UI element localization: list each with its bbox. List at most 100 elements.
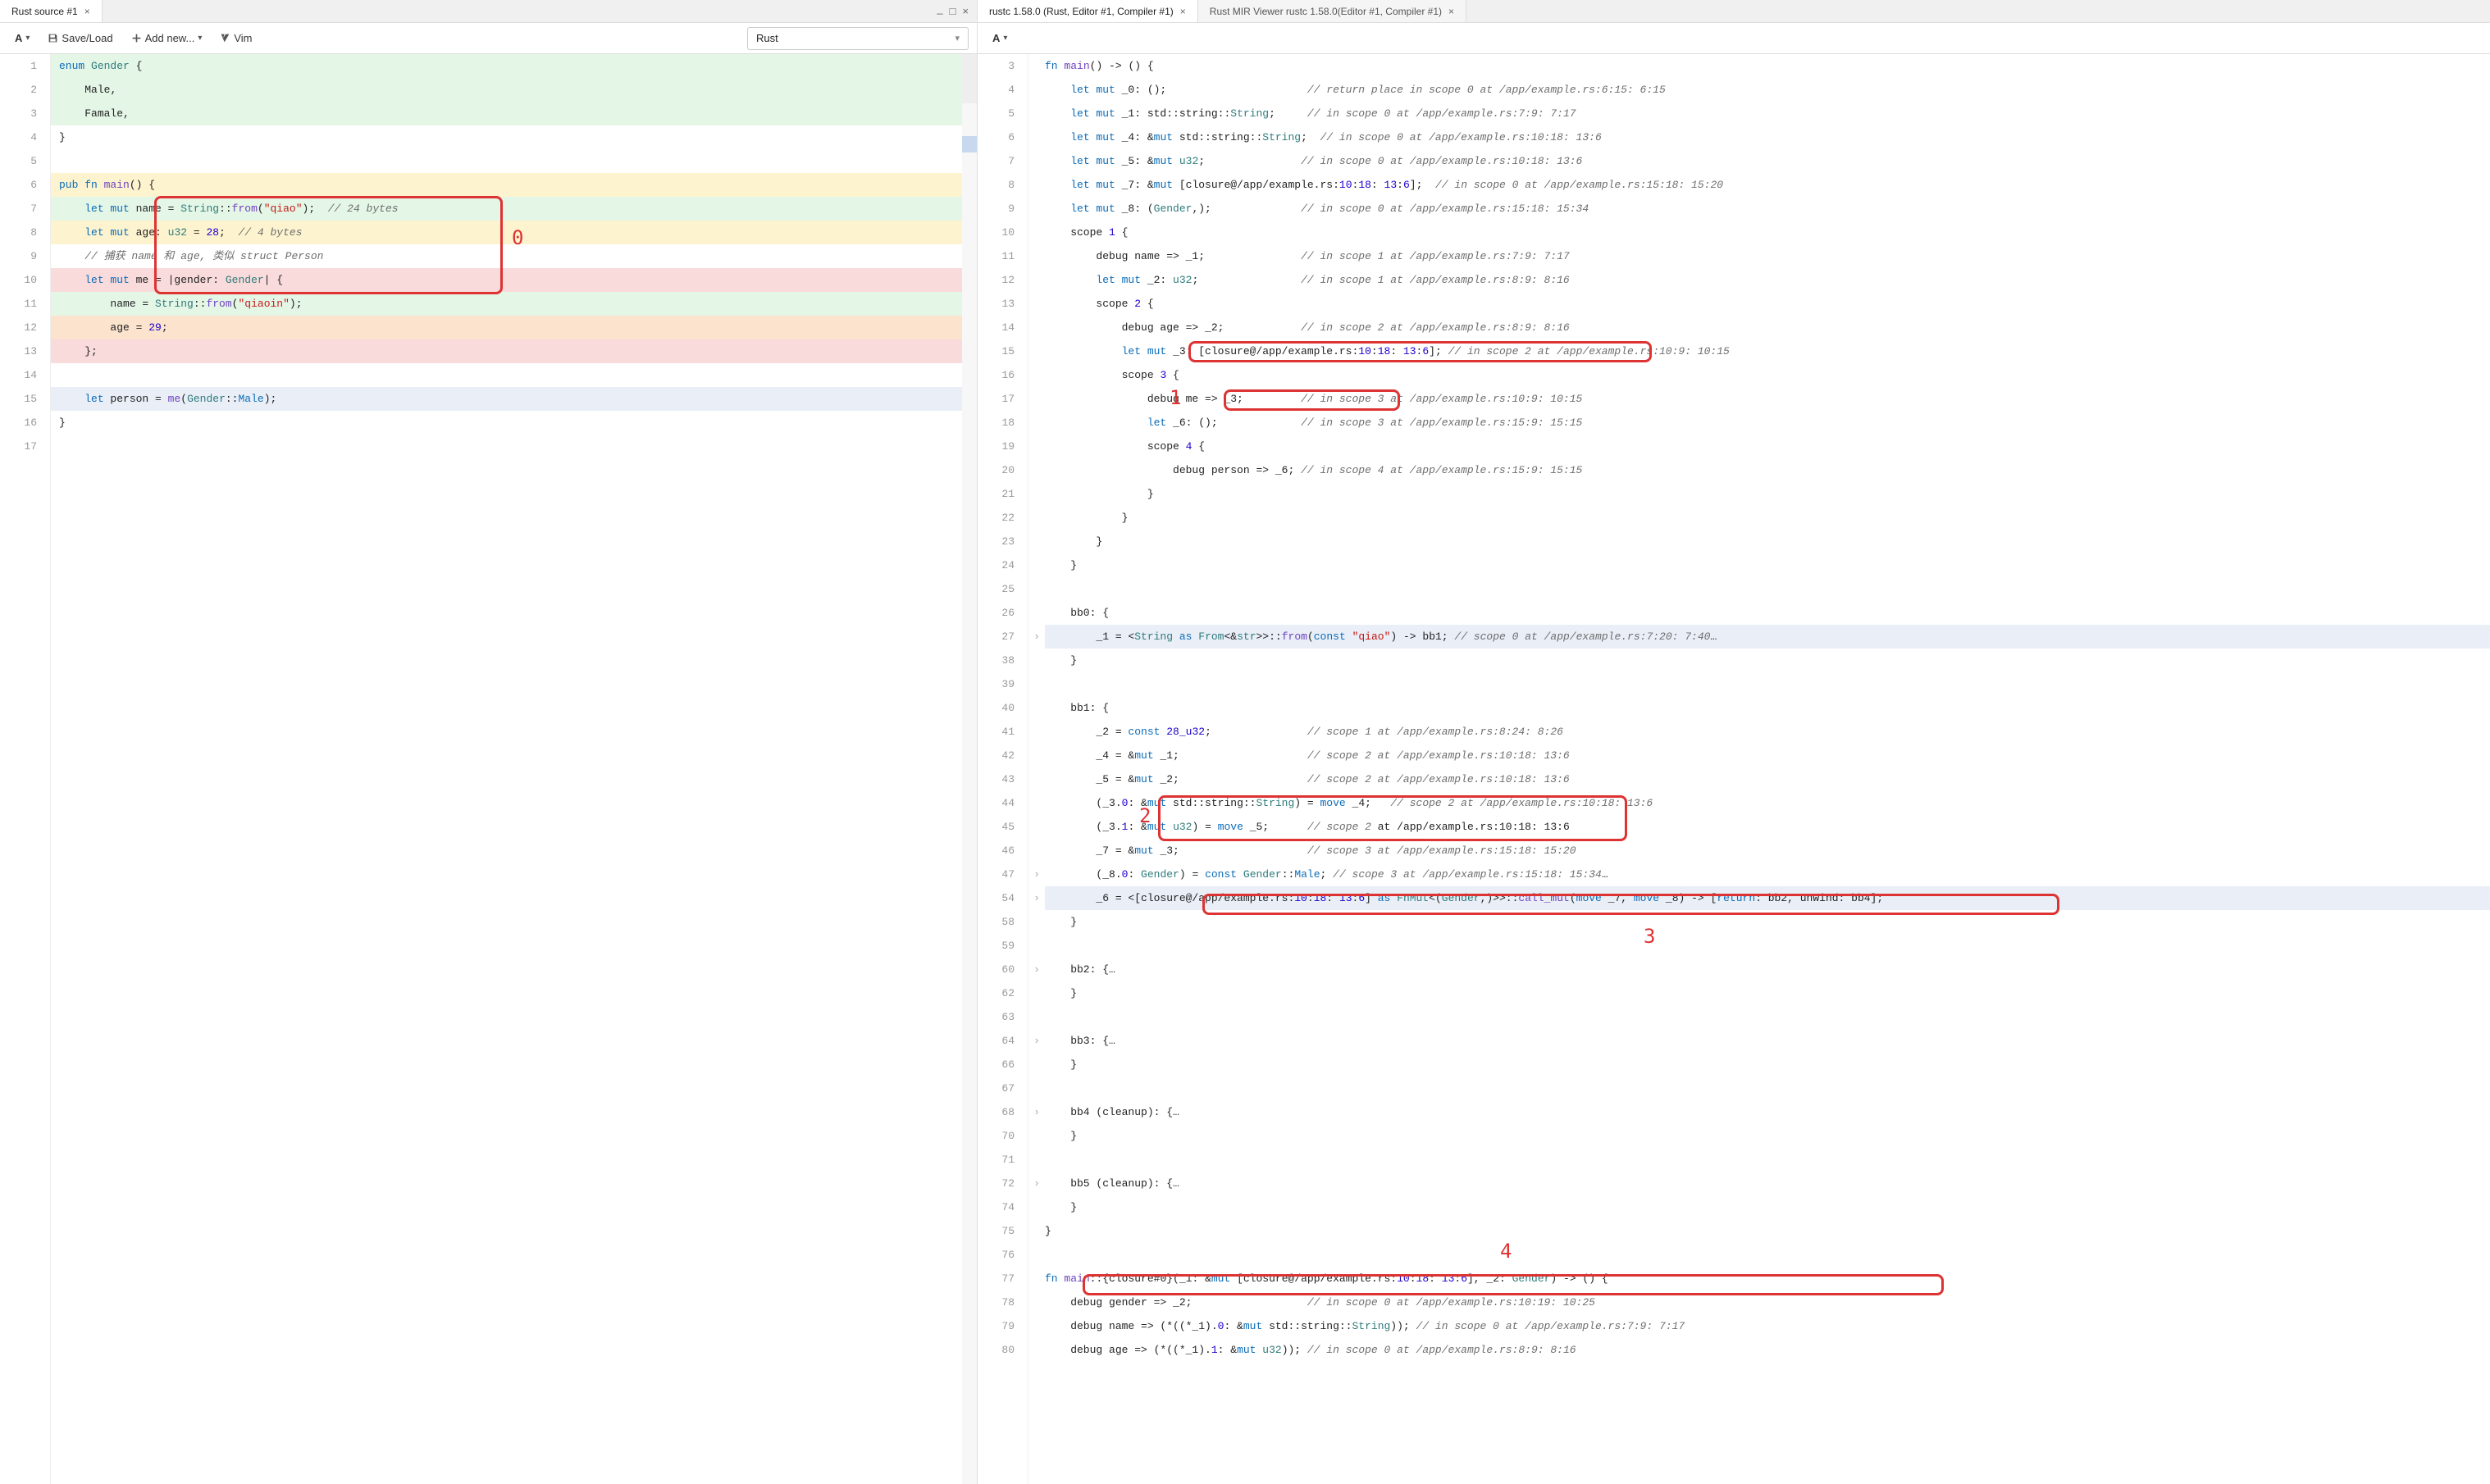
code-line[interactable] [51, 435, 977, 458]
code-line[interactable]: let mut _4: &mut std::string::String; //… [1045, 125, 2490, 149]
code-line[interactable]: bb4 (cleanup): {… [1045, 1100, 2490, 1124]
code-line[interactable]: enum Gender { [51, 54, 977, 78]
code-line[interactable]: } [1045, 649, 2490, 672]
code-line[interactable]: fn main::{closure#0}(_1: &mut [closure@/… [1045, 1267, 2490, 1291]
code-line[interactable]: }; [51, 339, 977, 363]
source-tab[interactable]: Rust source #1 × [0, 0, 103, 22]
code-line[interactable] [1045, 577, 2490, 601]
code-line[interactable]: age = 29; [51, 316, 977, 339]
code-line[interactable]: } [1045, 981, 2490, 1005]
code-line[interactable] [1045, 1243, 2490, 1267]
source-editor[interactable]: 1234567891011121314151617 enum Gender { … [0, 54, 977, 1484]
code-line[interactable]: bb0: { [1045, 601, 2490, 625]
code-line[interactable]: let mut name = String::from("qiao"); // … [51, 197, 977, 221]
code-line[interactable]: } [1045, 1053, 2490, 1077]
close-icon[interactable]: × [1448, 6, 1454, 17]
vim-button[interactable]: Vim [213, 29, 258, 48]
code-line[interactable]: Famale, [51, 102, 977, 125]
code-line[interactable]: } [1045, 910, 2490, 934]
code-line[interactable]: } [1045, 1219, 2490, 1243]
code-line[interactable]: scope 4 { [1045, 435, 2490, 458]
code-line[interactable]: } [51, 125, 977, 149]
code-line[interactable] [1045, 934, 2490, 958]
code-line[interactable] [1045, 1005, 2490, 1029]
code-line[interactable]: let mut _8: (Gender,); // in scope 0 at … [1045, 197, 2490, 221]
code-line[interactable]: let mut _0: (); // return place in scope… [1045, 78, 2490, 102]
code-line[interactable]: Male, [51, 78, 977, 102]
fold-toggle[interactable]: › [1028, 1029, 1045, 1053]
minimap[interactable] [962, 54, 977, 1484]
code-line[interactable]: debug person => _6; // in scope 4 at /ap… [1045, 458, 2490, 482]
code-line[interactable]: debug name => (*((*_1).0: &mut std::stri… [1045, 1314, 2490, 1338]
code-line[interactable]: _2 = const 28_u32; // scope 1 at /app/ex… [1045, 720, 2490, 744]
code-line[interactable]: scope 3 { [1045, 363, 2490, 387]
code-line[interactable]: debug age => (*((*_1).1: &mut u32)); // … [1045, 1338, 2490, 1362]
code-line[interactable]: fn main() -> () { [1045, 54, 2490, 78]
code-line[interactable]: let mut _5: &mut u32; // in scope 0 at /… [1045, 149, 2490, 173]
code-line[interactable]: bb3: {… [1045, 1029, 2490, 1053]
font-menu-button[interactable]: A [986, 29, 1014, 48]
code-line[interactable]: _4 = &mut _1; // scope 2 at /app/example… [1045, 744, 2490, 767]
code-line[interactable]: bb2: {… [1045, 958, 2490, 981]
language-select[interactable]: Rust ▾ [747, 27, 969, 50]
maximize-icon[interactable]: □ [950, 6, 956, 16]
code-line[interactable]: debug name => _1; // in scope 1 at /app/… [1045, 244, 2490, 268]
code-line[interactable]: let mut age: u32 = 28; // 4 bytes [51, 221, 977, 244]
fold-toggle[interactable]: › [1028, 1100, 1045, 1124]
code-line[interactable]: _7 = &mut _3; // scope 3 at /app/example… [1045, 839, 2490, 863]
code-line[interactable]: } [1045, 553, 2490, 577]
code-line[interactable]: let mut _7: &mut [closure@/app/example.r… [1045, 173, 2490, 197]
fold-toggle[interactable]: › [1028, 886, 1045, 910]
code-line[interactable]: let person = me(Gender::Male); [51, 387, 977, 411]
code-line[interactable]: pub fn main() { [51, 173, 977, 197]
code-line[interactable]: // 捕获 name 和 age, 类似 struct Person [51, 244, 977, 268]
code-line[interactable] [1045, 1148, 2490, 1172]
code-line[interactable]: let mut _1: std::string::String; // in s… [1045, 102, 2490, 125]
code-line[interactable]: } [1045, 1124, 2490, 1148]
code-line[interactable]: scope 1 { [1045, 221, 2490, 244]
code-line[interactable]: debug me => _3; // in scope 3 at /app/ex… [1045, 387, 2490, 411]
source-code[interactable]: enum Gender { Male, Famale,} pub fn main(… [51, 54, 977, 1484]
fold-column[interactable]: ››››››› [1028, 54, 1045, 1484]
code-line[interactable]: let mut _2: u32; // in scope 1 at /app/e… [1045, 268, 2490, 292]
code-line[interactable]: _6 = <[closure@/app/example.rs:10:18: 13… [1045, 886, 2490, 910]
code-line[interactable]: } [1045, 530, 2490, 553]
code-line[interactable] [51, 363, 977, 387]
save-load-button[interactable]: Save/Load [41, 29, 119, 48]
minimize-icon[interactable]: _ [937, 3, 942, 14]
output-code[interactable]: fn main() -> () { let mut _0: (); // ret… [1045, 54, 2490, 1484]
code-line[interactable]: let _6: (); // in scope 3 at /app/exampl… [1045, 411, 2490, 435]
code-line[interactable]: debug age => _2; // in scope 2 at /app/e… [1045, 316, 2490, 339]
code-line[interactable]: _5 = &mut _2; // scope 2 at /app/example… [1045, 767, 2490, 791]
code-line[interactable]: let mut me = |gender: Gender| { [51, 268, 977, 292]
fold-toggle[interactable]: › [1028, 958, 1045, 981]
close-icon[interactable]: × [1180, 6, 1186, 17]
code-line[interactable] [1045, 1077, 2490, 1100]
code-line[interactable]: let mut _3: [closure@/app/example.rs:10:… [1045, 339, 2490, 363]
code-line[interactable]: debug gender => _2; // in scope 0 at /ap… [1045, 1291, 2490, 1314]
add-new-button[interactable]: Add new... [125, 29, 209, 48]
code-line[interactable] [51, 149, 977, 173]
font-menu-button[interactable]: A [8, 29, 36, 48]
close-window-icon[interactable]: × [962, 6, 969, 16]
code-line[interactable]: (_3.0: &mut std::string::String) = move … [1045, 791, 2490, 815]
code-line[interactable]: } [51, 411, 977, 435]
output-tab[interactable]: Rust MIR Viewer rustc 1.58.0(Editor #1, … [1198, 0, 1466, 22]
code-line[interactable]: } [1045, 482, 2490, 506]
fold-toggle[interactable]: › [1028, 625, 1045, 649]
output-tab[interactable]: rustc 1.58.0 (Rust, Editor #1, Compiler … [978, 0, 1198, 22]
code-line[interactable]: _1 = <String as From<&str>>::from(const … [1045, 625, 2490, 649]
close-icon[interactable]: × [84, 6, 90, 17]
code-line[interactable]: (_3.1: &mut u32) = move _5; // scope 2 a… [1045, 815, 2490, 839]
code-line[interactable]: bb5 (cleanup): {… [1045, 1172, 2490, 1195]
code-line[interactable]: name = String::from("qiaoin"); [51, 292, 977, 316]
code-line[interactable] [1045, 672, 2490, 696]
code-line[interactable]: } [1045, 1195, 2490, 1219]
code-line[interactable]: (_8.0: Gender) = const Gender::Male; // … [1045, 863, 2490, 886]
code-line[interactable]: bb1: { [1045, 696, 2490, 720]
output-editor[interactable]: 3456789101112131415161718192021222324252… [978, 54, 2490, 1484]
code-line[interactable]: scope 2 { [1045, 292, 2490, 316]
code-line[interactable]: } [1045, 506, 2490, 530]
minimap-thumb[interactable] [962, 136, 977, 152]
fold-toggle[interactable]: › [1028, 863, 1045, 886]
